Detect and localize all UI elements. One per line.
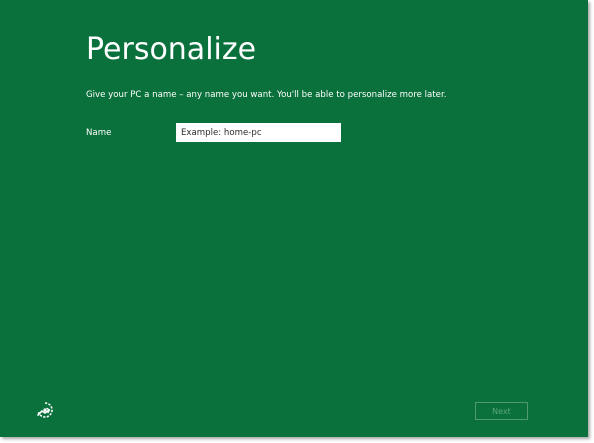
ease-of-access-icon[interactable] bbox=[36, 401, 54, 419]
page-title: Personalize bbox=[86, 32, 257, 67]
pc-name-input[interactable] bbox=[176, 123, 341, 142]
next-button[interactable]: Next bbox=[475, 402, 528, 420]
name-label: Name bbox=[86, 128, 112, 138]
page-subtitle: Give your PC a name – any name you want.… bbox=[86, 90, 447, 100]
setup-screen: Personalize Give your PC a name – any na… bbox=[0, 0, 588, 437]
